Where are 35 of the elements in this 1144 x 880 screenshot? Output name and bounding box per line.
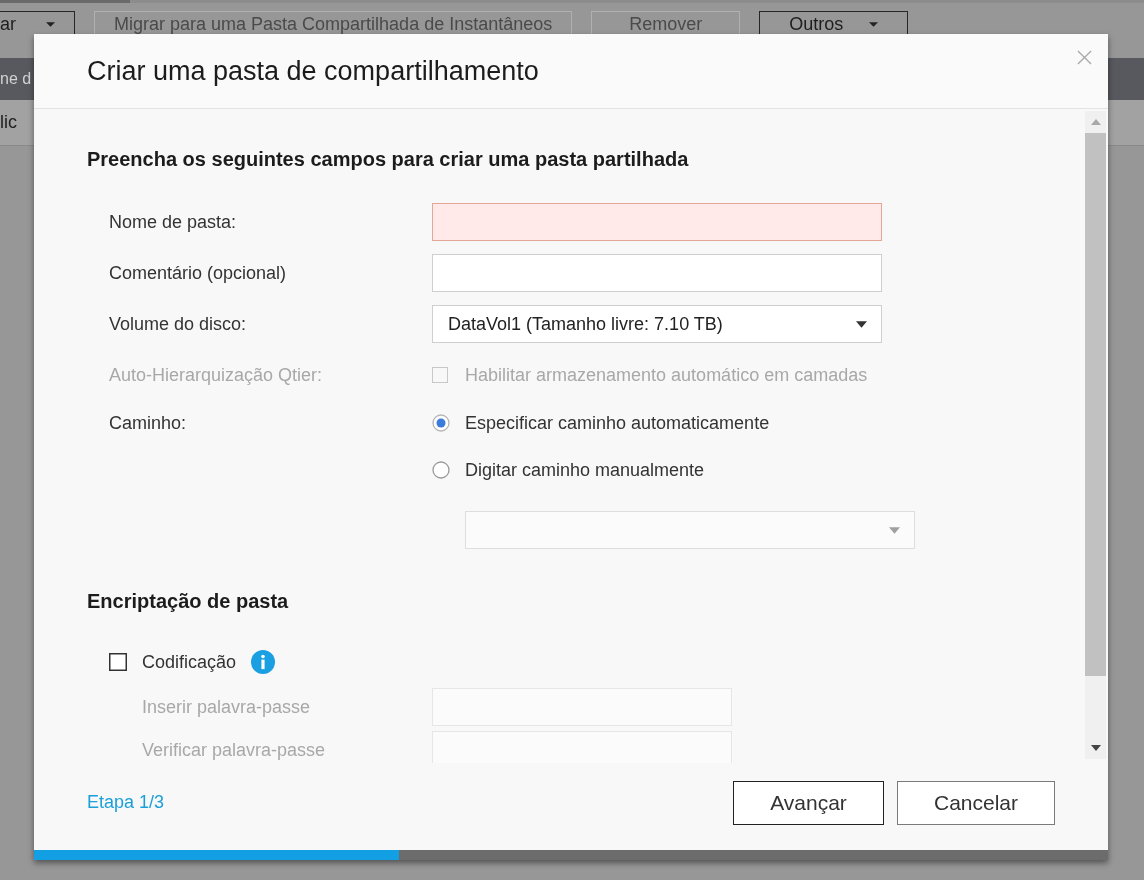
- caret-icon: [889, 526, 900, 534]
- scroll-down-icon[interactable]: [1090, 745, 1101, 751]
- caret-icon: [46, 22, 55, 27]
- column-header: ne d: [0, 70, 32, 88]
- text-field[interactable]: [432, 254, 882, 292]
- next-button[interactable]: Avançar: [733, 780, 884, 825]
- field-label: Inserir palavra-passe: [142, 696, 311, 717]
- table-cell: lic: [0, 112, 17, 133]
- cancel-button[interactable]: Cancelar: [897, 780, 1055, 825]
- caret-icon: [869, 22, 879, 27]
- field-label: Auto-Hierarquização Qtier:: [109, 364, 323, 385]
- step-indicator: Etapa 1/3: [87, 792, 165, 813]
- section-heading: Encriptação de pasta: [87, 590, 289, 612]
- scrollbar-thumb[interactable]: [1085, 133, 1106, 676]
- radio-button[interactable]: [432, 461, 450, 479]
- field-label: Nome de pasta:: [109, 211, 237, 232]
- field-label: Comentário (opcional): [109, 262, 287, 283]
- text-field[interactable]: [432, 203, 882, 241]
- radio-label: Digitar caminho manualmente: [465, 459, 705, 481]
- caret-icon: [856, 320, 867, 328]
- info-icon[interactable]: [251, 650, 276, 674]
- field-label: Volume do disco:: [109, 313, 247, 334]
- close-icon[interactable]: [1077, 50, 1092, 65]
- checkbox-label: Codificação: [142, 651, 237, 673]
- radio-label: Especificar caminho automaticamente: [465, 412, 770, 434]
- field-label: Verificar palavra-passe: [142, 739, 326, 760]
- scrollbar-track[interactable]: [1085, 111, 1106, 759]
- scroll-up-icon[interactable]: [1090, 119, 1101, 125]
- section-heading: Preencha os seguintes campos para criar uma pasta partilhada: [87, 148, 689, 170]
- volume-dropdown[interactable]: DataVol1 (Tamanho livre: 7.10 TB): [432, 305, 882, 343]
- radio-button[interactable]: [432, 414, 450, 432]
- field-label: Caminho:: [109, 413, 187, 433]
- dialog-title: Criar uma pasta de compartilhamento: [87, 55, 539, 87]
- checkbox[interactable]: [109, 653, 127, 671]
- checkbox-label: Habilitar armazenamento automático em camadas: [465, 364, 868, 386]
